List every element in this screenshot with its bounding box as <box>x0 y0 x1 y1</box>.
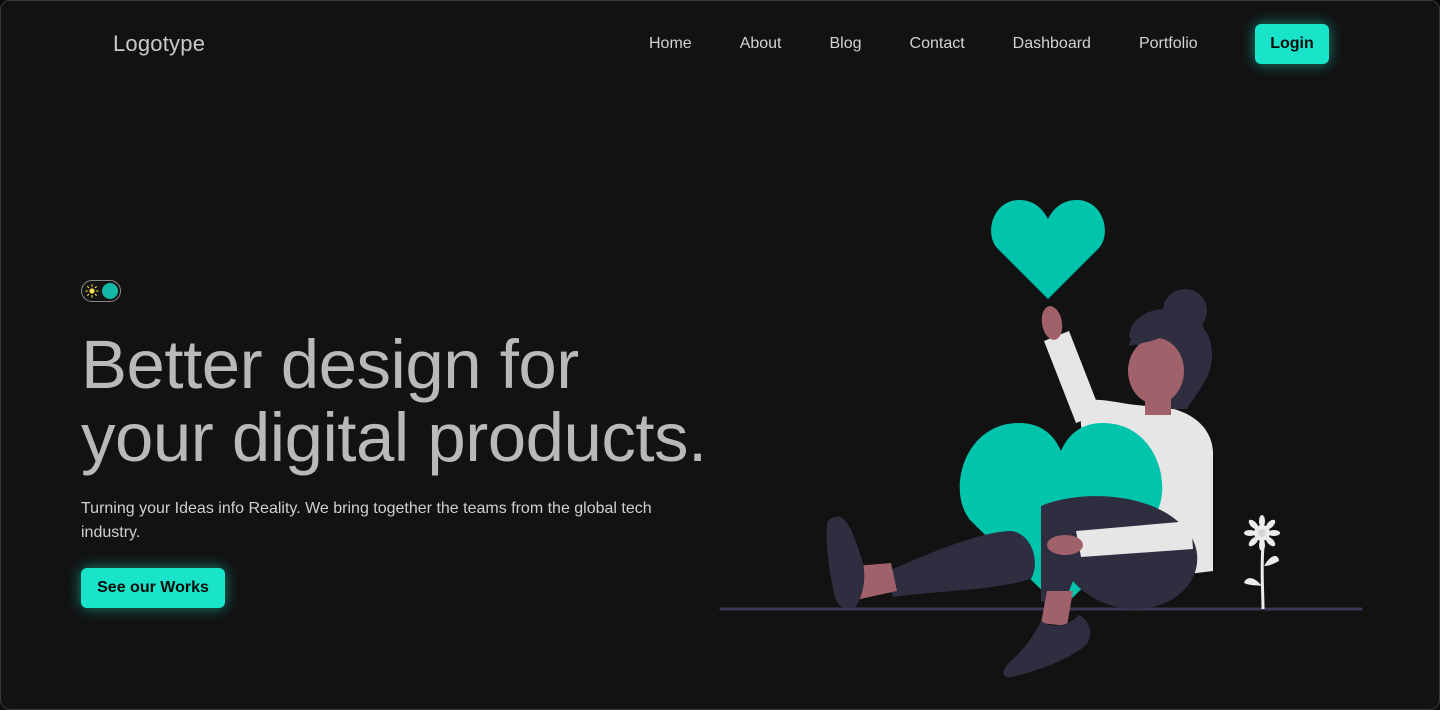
neck <box>1145 393 1171 415</box>
resting-hand <box>1047 535 1083 555</box>
see-works-button[interactable]: See our Works <box>81 568 225 608</box>
nav-contact[interactable]: Contact <box>910 34 965 54</box>
back-shoe <box>826 516 865 609</box>
nav-portfolio[interactable]: Portfolio <box>1139 34 1198 54</box>
app-window: Logotype Home About Blog Contact Dashboa… <box>0 0 1440 710</box>
small-heart-icon <box>991 200 1105 299</box>
nav-about[interactable]: About <box>740 34 782 54</box>
login-button[interactable]: Login <box>1255 24 1329 64</box>
nav-blog[interactable]: Blog <box>830 34 862 54</box>
toggle-knob <box>102 283 118 299</box>
nav-home[interactable]: Home <box>649 34 692 54</box>
logo[interactable]: Logotype <box>113 31 205 57</box>
hero-subtitle: Turning your Ideas info Reality. We brin… <box>81 500 652 541</box>
headline-line-2: your digital products. <box>81 399 707 476</box>
headline-line-1: Better design for <box>81 326 579 403</box>
sun-icon <box>85 284 99 298</box>
front-shoe <box>1003 615 1091 678</box>
nav-dashboard[interactable]: Dashboard <box>1013 34 1091 54</box>
hero-headline: Better design for your digital products. <box>81 328 707 474</box>
theme-toggle[interactable] <box>81 280 121 302</box>
far-leg <box>885 531 1035 597</box>
hero-illustration <box>719 200 1363 678</box>
nav-menu: Home About Blog Contact Dashboard Portfo… <box>649 34 1246 54</box>
flower-icon <box>1244 515 1280 610</box>
